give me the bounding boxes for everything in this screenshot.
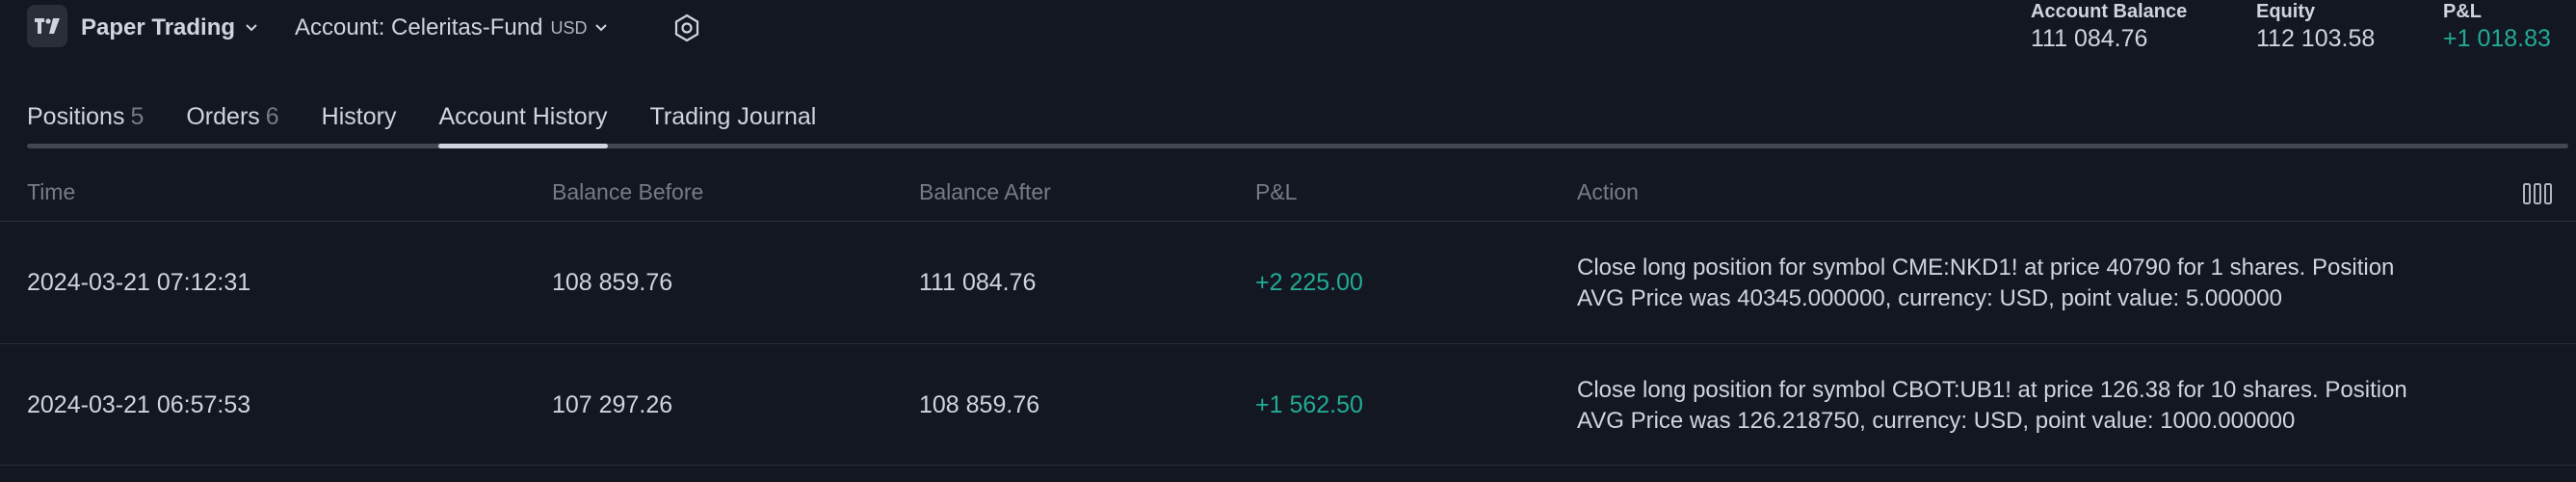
cell-action: Close long position for symbol CME:NKD1!… bbox=[1577, 254, 2395, 311]
tab-account-history[interactable]: Account History bbox=[438, 100, 608, 148]
column-header-time[interactable]: Time bbox=[27, 179, 75, 205]
account-balance-label: Account Balance bbox=[2031, 1, 2188, 22]
cell-time: 2024-03-21 06:57:53 bbox=[27, 391, 251, 418]
pnl-label: P&L bbox=[2443, 1, 2482, 22]
column-header-balance-after[interactable]: Balance After bbox=[919, 179, 1051, 205]
chevron-down-icon bbox=[246, 24, 257, 32]
account-balance-metric: Account Balance 111 084.76 bbox=[2031, 0, 2187, 54]
column-header-action[interactable]: Action bbox=[1577, 179, 1639, 205]
top-bar: Paper Trading Account: Celeritas-Fund US… bbox=[0, 0, 2576, 58]
account-balance-value: 111 084.76 bbox=[2031, 25, 2148, 52]
columns-icon[interactable] bbox=[2522, 181, 2553, 206]
tab-orders[interactable]: Orders 6 bbox=[186, 100, 278, 148]
column-header-pnl[interactable]: P&L bbox=[1255, 179, 1297, 205]
pnl-value: +1 018.83 bbox=[2443, 25, 2551, 52]
equity-value: 112 103.58 bbox=[2256, 25, 2376, 52]
cell-pnl: +1 562.50 bbox=[1255, 391, 1363, 418]
cell-balance-after: 108 859.76 bbox=[919, 391, 1040, 418]
tab-bar: Positions 5 Orders 6 History Account Histo… bbox=[27, 100, 816, 148]
table-row[interactable]: 2024-03-21 06:57:53 107 297.26 108 859.7… bbox=[0, 343, 2576, 466]
pnl-metric: P&L +1 018.83 bbox=[2443, 0, 2551, 54]
account-currency: USD bbox=[550, 17, 588, 38]
tab-label: Orders bbox=[186, 103, 260, 130]
broker-selector[interactable]: Paper Trading bbox=[81, 12, 258, 44]
equity-metric: Equity 112 103.58 bbox=[2256, 0, 2375, 54]
tab-label: Trading Journal bbox=[649, 103, 817, 130]
tab-trading-journal[interactable]: Trading Journal bbox=[650, 100, 817, 148]
tab-count: 6 bbox=[265, 103, 279, 130]
cell-balance-before: 108 859.76 bbox=[552, 269, 673, 296]
cell-pnl: +2 225.00 bbox=[1255, 269, 1363, 296]
tradingview-logo-icon[interactable] bbox=[27, 5, 67, 47]
account-label: Account: Celeritas-Fund bbox=[295, 14, 543, 40]
column-header-balance-before[interactable]: Balance Before bbox=[552, 179, 703, 205]
tab-label: Positions bbox=[27, 103, 125, 130]
tab-label: Account History bbox=[438, 103, 608, 130]
cell-balance-before: 107 297.26 bbox=[552, 391, 673, 418]
tab-count: 5 bbox=[130, 103, 145, 130]
cell-action: Close long position for symbol CBOT:UB1!… bbox=[1577, 376, 2407, 434]
table-row[interactable]: 2024-03-21 07:12:31 108 859.76 111 084.7… bbox=[0, 221, 2576, 343]
tab-positions[interactable]: Positions 5 bbox=[27, 100, 144, 148]
tab-history[interactable]: History bbox=[322, 100, 397, 148]
account-selector[interactable]: Account: Celeritas-Fund USD bbox=[295, 12, 608, 44]
cell-time: 2024-03-21 07:12:31 bbox=[27, 269, 251, 296]
settings-hexagon-icon[interactable] bbox=[670, 12, 703, 44]
tab-label: History bbox=[321, 103, 397, 130]
table-header: Time Balance Before Balance After P&L Ac… bbox=[0, 175, 2576, 214]
equity-label: Equity bbox=[2256, 1, 2316, 22]
paper-trading-panel: Paper Trading Account: Celeritas-Fund US… bbox=[0, 0, 2576, 482]
chevron-down-icon bbox=[595, 24, 608, 32]
broker-label: Paper Trading bbox=[81, 14, 236, 40]
cell-balance-after: 111 084.76 bbox=[919, 269, 1037, 296]
